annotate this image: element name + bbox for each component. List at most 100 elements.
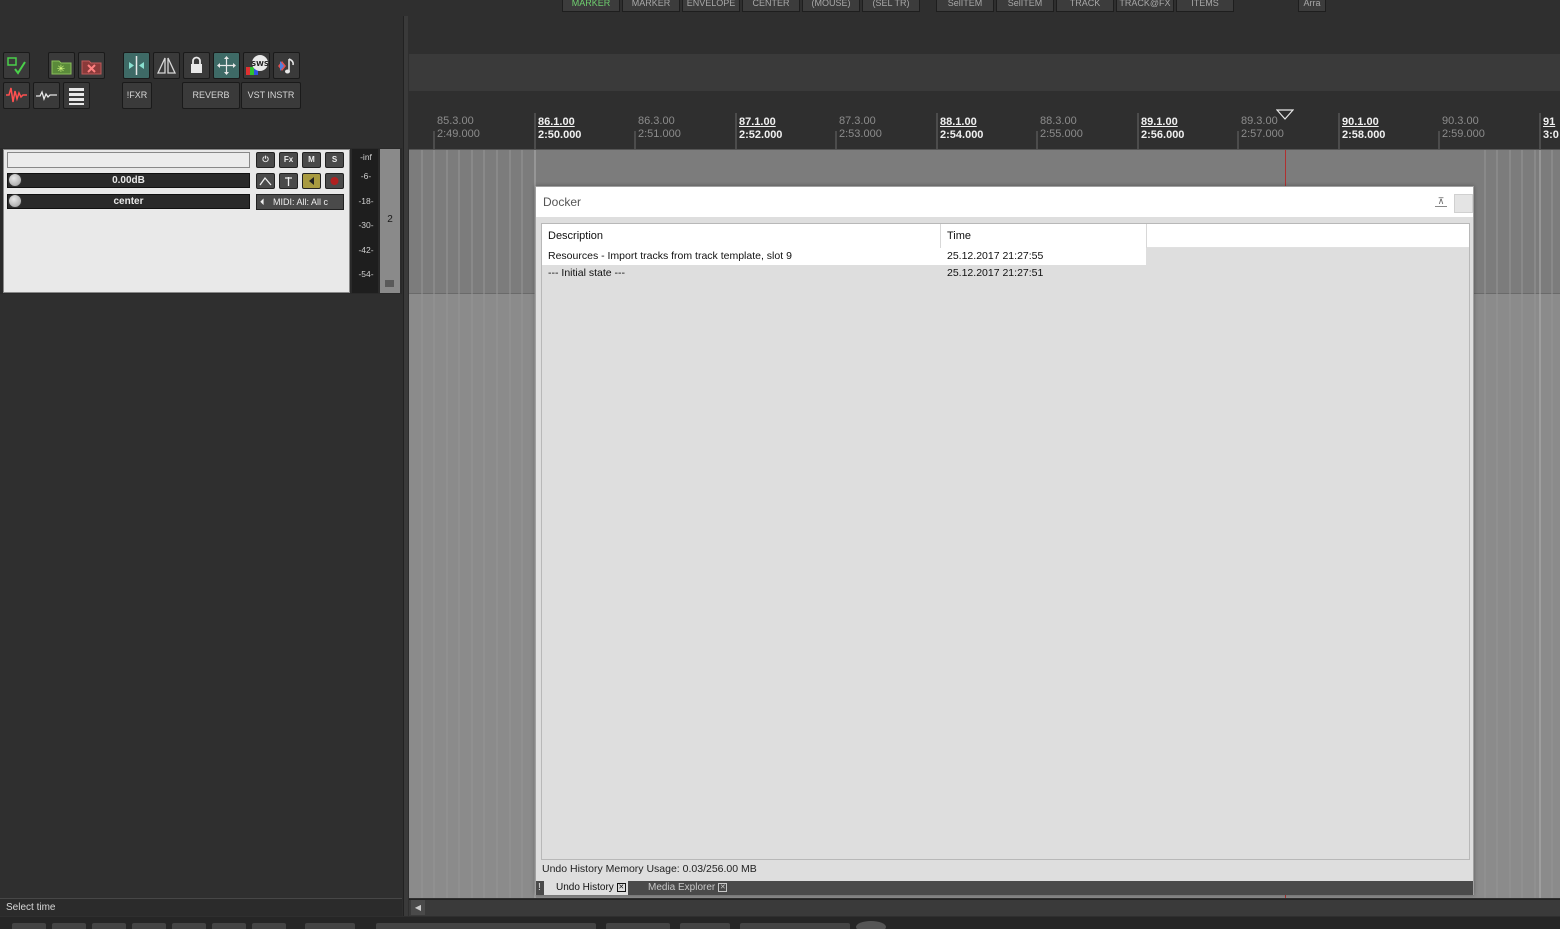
close-project-icon[interactable] (78, 52, 105, 79)
panel-divider[interactable] (403, 16, 408, 916)
track-pan-fader[interactable]: center (7, 194, 250, 209)
mixer-icon[interactable] (63, 82, 90, 109)
toolbar-button-track-fx[interactable]: TRACK@FX (1116, 0, 1174, 12)
meter-label-18: -18- (358, 196, 374, 206)
split-icon[interactable] (123, 52, 150, 79)
toolbar-button-arrange[interactable]: Arra (1298, 0, 1326, 12)
new-project-icon[interactable]: ✳ (48, 52, 75, 79)
sws-icon[interactable]: SWS (243, 52, 270, 79)
docker-close-button[interactable] (1454, 194, 1473, 213)
monitor-icon[interactable] (302, 173, 321, 189)
track-solo-button[interactable]: S (325, 152, 344, 168)
track-fx-button[interactable]: Fx (279, 152, 298, 168)
toolbar-button-items[interactable]: ITEMS (1176, 0, 1234, 12)
transport-button[interactable] (680, 923, 730, 929)
timeline-header-bar (409, 54, 1560, 91)
transport-button[interactable] (52, 923, 86, 929)
volume-knob[interactable] (8, 173, 22, 187)
ruler-mark: 91 3:0 (1543, 116, 1559, 141)
memory-usage-label: Undo History Memory Usage: 0.03/256.00 M… (542, 863, 757, 875)
fxr-button[interactable]: !FXR (122, 82, 152, 109)
tab-media-explorer[interactable]: Media Explorer ✕ (636, 881, 730, 895)
transport-button[interactable] (606, 923, 670, 929)
scroll-left-icon[interactable]: ◀ (411, 900, 425, 915)
move-icon[interactable] (213, 52, 240, 79)
undo-history-list[interactable]: Description Time Resources - Import trac… (541, 223, 1470, 860)
close-tab-icon[interactable]: ✕ (616, 883, 626, 892)
docker-title-bar[interactable]: Docker ⊼ (536, 187, 1473, 217)
mirror-icon[interactable] (153, 52, 180, 79)
ruler-mark: 87.1.00 2:52.000 (739, 116, 783, 141)
waveform-icon[interactable] (33, 82, 60, 109)
playhead-marker-icon[interactable] (1276, 109, 1294, 121)
horizontal-scrollbar[interactable]: ◀ (409, 899, 1560, 916)
folder-icon[interactable] (385, 280, 394, 287)
toolbar-button-selitem[interactable]: SelITEM (936, 0, 994, 12)
dock-pin-icon[interactable]: ⊼ (1435, 197, 1447, 207)
note-icon[interactable] (273, 52, 300, 79)
time-display[interactable] (376, 923, 596, 929)
reverb-button[interactable]: REVERB (182, 82, 240, 109)
top-toolbar: MARKER MARKER ENVELOPE CENTER (MOUSE) (S… (560, 0, 1330, 14)
track-list-empty-area[interactable] (0, 294, 402, 898)
docker-window: Docker ⊼ Description Time Resources - Im… (535, 186, 1474, 895)
svg-text:SWS: SWS (251, 60, 269, 68)
toolbar-button-marker-2[interactable]: MARKER (622, 0, 680, 12)
transport-button[interactable] (252, 923, 286, 929)
track-header[interactable] (3, 149, 350, 293)
bottom-transport-bar (0, 917, 1560, 929)
table-row[interactable]: Resources - Import tracks from track tem… (542, 248, 1146, 265)
track-mute-button[interactable]: M (302, 152, 321, 168)
vst-instr-button[interactable]: VST INSTR (241, 82, 301, 109)
left-toolbar: ✳ SWS !FXR REVERB VST INSTR (0, 48, 402, 114)
track-number: 2 (387, 214, 393, 225)
meter-label-42: -42- (358, 245, 374, 255)
phase-icon[interactable] (279, 173, 298, 189)
toolbar-button-marker[interactable]: MARKER (562, 0, 620, 12)
table-row[interactable]: --- Initial state --- 25.12.2017 21:27:5… (542, 265, 1146, 282)
tab-undo-history[interactable]: Undo History ✕ (544, 881, 628, 895)
select-check-icon[interactable] (3, 52, 30, 79)
pan-knob[interactable] (8, 194, 22, 208)
docker-tab-bar: ! Undo History ✕ Media Explorer ✕ (536, 881, 1473, 895)
transport-button[interactable] (172, 923, 206, 929)
toolbar-button-sel-tr[interactable]: (SEL TR) (862, 0, 920, 12)
transport-knob[interactable] (856, 921, 886, 929)
docker-title: Docker (543, 195, 582, 209)
toolbar-button-envelope[interactable]: ENVELOPE (682, 0, 740, 12)
midi-input-select[interactable]: ⏴ MIDI: All: All c (256, 194, 344, 210)
transport-button[interactable] (12, 923, 46, 929)
row-time: 25.12.2017 21:27:51 (947, 267, 1044, 279)
ruler-mark: 90.3.00 2:59.000 (1442, 115, 1485, 140)
transport-button[interactable] (132, 923, 166, 929)
status-text: Select time (6, 902, 56, 913)
row-description: --- Initial state --- (548, 267, 626, 279)
column-header-time[interactable]: Time (941, 224, 1147, 248)
ruler-mark: 88.3.00 2:55.000 (1040, 115, 1083, 140)
track-volume-fader[interactable]: 0.00dB (7, 173, 250, 188)
timeline-ruler[interactable]: 85.3.00 2:49.000 86.1.00 2:50.000 86.3.00 2… (409, 91, 1560, 150)
toolbar-button-track[interactable]: TRACK (1056, 0, 1114, 12)
transport-button[interactable] (212, 923, 246, 929)
svg-text:✳: ✳ (57, 64, 65, 75)
track-control-panel: ⏻ Fx M S 0.00dB center ⏴ MIDI: All: All … (0, 148, 402, 294)
record-arm-icon[interactable] (325, 173, 344, 189)
close-tab-icon[interactable]: ✕ (718, 883, 728, 892)
track-power-button[interactable]: ⏻ (256, 152, 275, 168)
track-name-field[interactable] (7, 152, 250, 168)
ruler-mark: 89.1.00 2:56.000 (1141, 116, 1185, 141)
column-header-description[interactable]: Description (542, 224, 941, 248)
list-header: Description Time (542, 224, 1469, 248)
transport-button[interactable] (305, 923, 355, 929)
toolbar-button-center[interactable]: CENTER (742, 0, 800, 12)
ruler-mark: 90.1.00 2:58.000 (1342, 116, 1386, 141)
waveform-red-icon[interactable] (3, 82, 30, 109)
transport-button[interactable] (740, 923, 850, 929)
ruler-mark: 86.1.00 2:50.000 (538, 116, 582, 141)
toolbar-button-selitem-2[interactable]: SelITEM (996, 0, 1054, 12)
toolbar-button-mouse[interactable]: (MOUSE) (802, 0, 860, 12)
envelope-icon[interactable] (256, 173, 275, 189)
lock-icon[interactable] (183, 52, 210, 79)
tab-indicator: ! (538, 882, 541, 893)
transport-button[interactable] (92, 923, 126, 929)
